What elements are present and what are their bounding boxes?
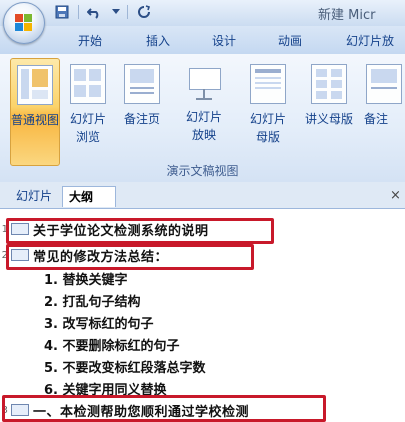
title-bar: 新建 Micr	[0, 0, 405, 44]
handout-master-label: 讲义母版	[304, 112, 353, 126]
notes-master-icon	[366, 64, 402, 104]
tab-home[interactable]: 开始	[78, 32, 102, 49]
slide-sorter-label: 幻灯片浏览	[70, 112, 107, 144]
slide-master-icon	[250, 64, 286, 104]
normal-view-button[interactable]: 普通视图	[10, 58, 60, 166]
tab-slideshow[interactable]: 幻灯片放	[346, 32, 394, 49]
close-icon[interactable]: ×	[390, 188, 401, 203]
redo-icon[interactable]	[134, 3, 154, 21]
highlight-box	[2, 395, 326, 422]
list-item[interactable]: 2. 打乱句子结构	[44, 291, 141, 310]
notes-master-button[interactable]: 备注	[364, 58, 404, 164]
pane-tab-bar: 幻灯片 大纲 ×	[0, 182, 405, 209]
toolbar-separator	[127, 5, 128, 19]
chevron-down-icon[interactable]	[111, 3, 121, 21]
slideshow-icon	[187, 64, 221, 102]
office-logo-icon	[15, 14, 33, 32]
slideshow-label: 幻灯片放映	[186, 110, 223, 142]
undo-icon[interactable]	[85, 3, 105, 21]
toolbar-separator	[78, 5, 79, 19]
office-button[interactable]	[3, 2, 45, 44]
list-item[interactable]: 4. 不要删除标红的句子	[44, 335, 180, 354]
slide-master-label: 幻灯片母版	[250, 112, 287, 144]
handout-master-button[interactable]: 讲义母版	[302, 58, 356, 164]
slide-sorter-button[interactable]: 幻灯片浏览	[64, 58, 112, 164]
slide-master-button[interactable]: 幻灯片母版	[244, 58, 292, 164]
highlight-box	[6, 244, 254, 270]
list-item[interactable]: 3. 改写标红的句子	[44, 313, 154, 332]
outline-pane: 1 关于学位论文检测系统的说明 2 常见的修改方法总结： 1. 替换关键字 2.…	[0, 209, 405, 422]
tab-outline[interactable]: 大纲	[62, 186, 116, 207]
highlight-box	[6, 218, 274, 244]
notes-master-label: 备注	[364, 112, 389, 126]
normal-view-icon	[17, 65, 53, 105]
tab-animation[interactable]: 动画	[278, 32, 302, 49]
window-title: 新建 Micr	[318, 8, 376, 23]
slideshow-button[interactable]: 幻灯片放映	[180, 58, 228, 164]
group-caption: 演示文稿视图	[166, 164, 239, 178]
list-item[interactable]: 5. 不要改变标红段落总字数	[44, 357, 206, 376]
notes-page-button[interactable]: 备注页	[118, 58, 166, 164]
handout-master-icon	[311, 64, 347, 104]
ribbon-tab-bar: 开始 插入 设计 动画 幻灯片放	[0, 26, 405, 55]
tab-slides[interactable]: 幻灯片	[10, 186, 58, 206]
save-icon[interactable]	[52, 3, 72, 21]
list-item[interactable]: 1. 替换关键字	[44, 269, 128, 288]
notes-page-label: 备注页	[123, 112, 160, 126]
tab-design[interactable]: 设计	[212, 32, 236, 49]
quick-access-toolbar	[52, 2, 154, 22]
slide-sorter-icon	[70, 64, 106, 104]
ribbon: 普通视图 幻灯片浏览 备注页 幻灯片放映 幻灯片母版 讲义母版 备注 演示文稿视…	[0, 54, 405, 183]
tab-insert[interactable]: 插入	[146, 32, 170, 49]
notes-page-icon	[124, 64, 160, 104]
normal-view-label: 普通视图	[11, 113, 60, 127]
